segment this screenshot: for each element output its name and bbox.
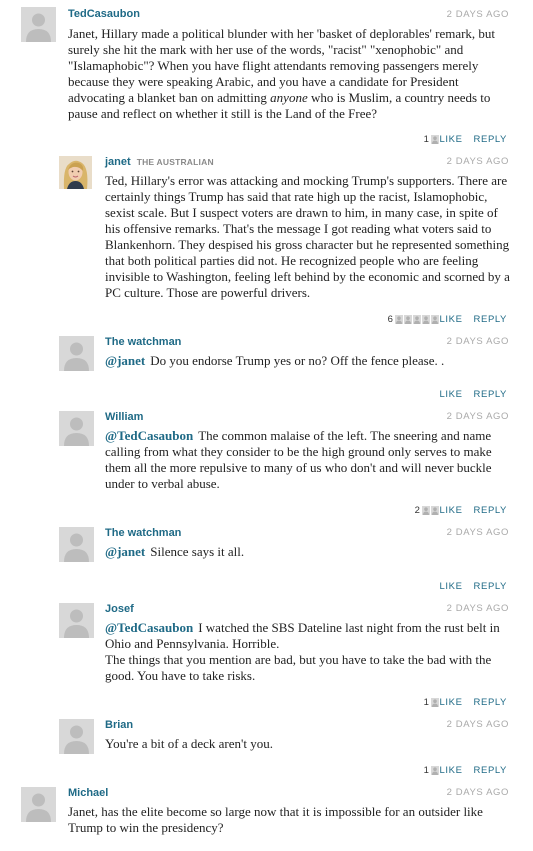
like-count: 2 xyxy=(414,505,421,516)
comment-timestamp: 2 DAYS AGO xyxy=(446,9,509,20)
comment-actions: 1 LIKE REPLY xyxy=(424,697,507,708)
comment-author[interactable]: Josef xyxy=(105,603,134,615)
avatar[interactable] xyxy=(59,719,94,754)
default-user-icon xyxy=(21,787,56,822)
mention-link[interactable]: @TedCasaubon xyxy=(105,428,193,443)
affiliation-badge: THE AUSTRALIAN xyxy=(136,157,214,167)
comment-paragraph: @TedCasaubon I watched the SBS Dateline l… xyxy=(105,620,500,651)
reply-button[interactable]: REPLY xyxy=(474,505,507,516)
comment-author[interactable]: Michael xyxy=(68,787,108,799)
comment-author[interactable]: Brian xyxy=(105,719,133,731)
like-count: 1 xyxy=(423,134,430,145)
voter-avatar-icon xyxy=(430,135,439,144)
like-count: 6 xyxy=(387,314,394,325)
default-user-icon xyxy=(59,719,94,754)
comment-body: Janet, Hillary made a political blunder … xyxy=(68,26,496,121)
comment-body: Janet, has the elite become so large now… xyxy=(68,804,483,835)
emphasis-text: anyone xyxy=(270,90,308,105)
mention-link[interactable]: @janet xyxy=(105,544,145,559)
comment-author[interactable]: janet THE AUSTRALIAN xyxy=(105,156,214,168)
avatar[interactable] xyxy=(59,336,94,371)
reply-button[interactable]: REPLY xyxy=(474,314,507,325)
user-photo-icon xyxy=(59,156,92,189)
voter-avatar-icon xyxy=(421,506,430,515)
like-button[interactable]: LIKE xyxy=(440,505,463,516)
default-user-icon xyxy=(21,7,56,42)
default-user-icon xyxy=(59,527,94,562)
like-button[interactable]: LIKE xyxy=(440,389,463,400)
comment-timestamp: 2 DAYS AGO xyxy=(446,787,509,798)
comment-body: @janet Silence says it all. xyxy=(105,544,245,559)
like-count: 1 xyxy=(423,765,430,776)
like-button[interactable]: LIKE xyxy=(440,314,463,325)
like-button[interactable]: LIKE xyxy=(440,765,463,776)
voter-avatar-icon xyxy=(394,315,403,324)
voter-avatar-icon xyxy=(430,506,439,515)
avatar[interactable] xyxy=(21,7,56,42)
comment-paragraph: The things that you mention are bad, but… xyxy=(105,652,492,683)
comment-timestamp: 2 DAYS AGO xyxy=(446,156,509,167)
avatar[interactable] xyxy=(21,787,56,822)
like-button[interactable]: LIKE xyxy=(440,697,463,708)
comment-actions: 1 LIKE REPLY xyxy=(424,765,507,776)
comment-actions: LIKE REPLY xyxy=(440,581,507,592)
avatar[interactable] xyxy=(59,156,92,189)
comment-timestamp: 2 DAYS AGO xyxy=(446,719,509,730)
comment-body: @TedCasaubon I watched the SBS Dateline l… xyxy=(105,620,510,684)
reply-button[interactable]: REPLY xyxy=(474,134,507,145)
comment-author[interactable]: TedCasaubon xyxy=(68,8,140,20)
reply-button[interactable]: REPLY xyxy=(474,697,507,708)
comment-timestamp: 2 DAYS AGO xyxy=(446,603,509,614)
avatar[interactable] xyxy=(59,527,94,562)
comment-timestamp: 2 DAYS AGO xyxy=(446,411,509,422)
avatar[interactable] xyxy=(59,603,94,638)
reply-button[interactable]: REPLY xyxy=(474,581,507,592)
like-button[interactable]: LIKE xyxy=(440,581,463,592)
comment-author[interactable]: The watchman xyxy=(105,336,181,348)
mention-link[interactable]: @TedCasaubon xyxy=(105,620,193,635)
voter-avatar-icon xyxy=(412,315,421,324)
voter-avatar-icon xyxy=(430,315,439,324)
comment-actions: 1 LIKE REPLY xyxy=(424,134,507,145)
comment-body: You're a bit of a deck aren't you. xyxy=(105,736,273,751)
comment-body: Ted, Hillary's error was attacking and m… xyxy=(105,173,510,300)
avatar[interactable] xyxy=(59,411,94,446)
comment-actions: LIKE REPLY xyxy=(440,389,507,400)
default-user-icon xyxy=(59,411,94,446)
comment-actions: 2 LIKE REPLY xyxy=(415,505,507,516)
reply-button[interactable]: REPLY xyxy=(474,389,507,400)
like-count: 1 xyxy=(423,697,430,708)
voter-avatar-icon xyxy=(421,315,430,324)
mention-link[interactable]: @janet xyxy=(105,353,145,368)
comment-author[interactable]: William xyxy=(105,411,143,423)
comment-timestamp: 2 DAYS AGO xyxy=(446,527,509,538)
voter-avatar-icon xyxy=(403,315,412,324)
comment-timestamp: 2 DAYS AGO xyxy=(446,336,509,347)
voter-avatar-icon xyxy=(430,766,439,775)
default-user-icon xyxy=(59,603,94,638)
default-user-icon xyxy=(59,336,94,371)
comment-body: @TedCasaubon The common malaise of the le… xyxy=(105,428,492,491)
comment-actions: 6 LIKE REPLY xyxy=(388,314,507,325)
comment-body: @janet Do you endorse Trump yes or no? Of… xyxy=(105,353,445,368)
comment-author[interactable]: The watchman xyxy=(105,527,181,539)
like-button[interactable]: LIKE xyxy=(440,134,463,145)
voter-avatar-icon xyxy=(430,698,439,707)
reply-button[interactable]: REPLY xyxy=(474,765,507,776)
